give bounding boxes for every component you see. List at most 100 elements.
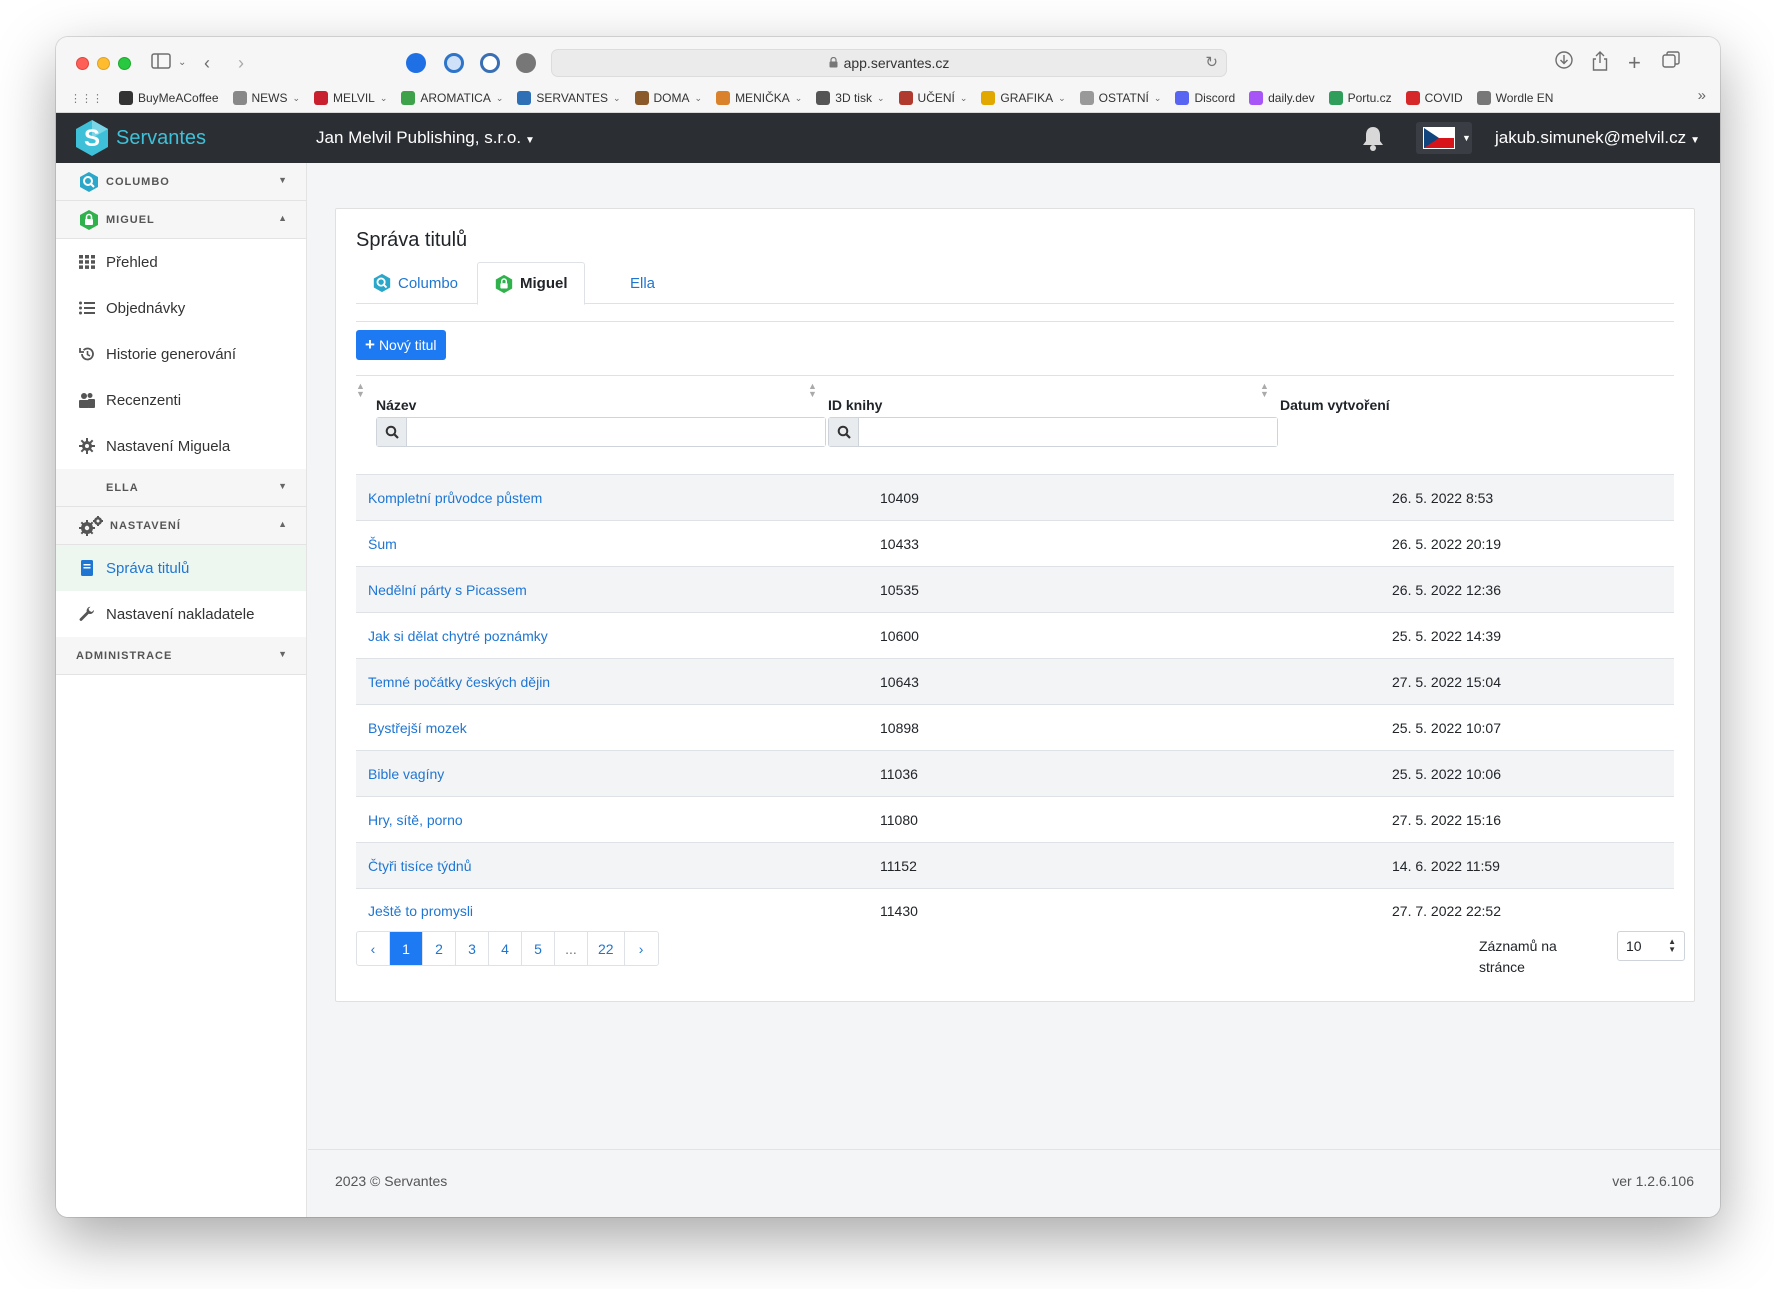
bookmark-item[interactable]: UČENÍ ⌄ <box>898 91 968 105</box>
tab-miguel[interactable]: Miguel <box>477 262 585 305</box>
bookmark-favicon-icon <box>401 91 416 105</box>
copyright: 2023 © Servantes <box>335 1173 448 1189</box>
extension-password-icon[interactable] <box>480 53 500 73</box>
bookmark-item[interactable]: Wordle EN <box>1476 91 1553 105</box>
new-title-button[interactable]: + Nový titul <box>356 330 446 360</box>
extension-hand-icon[interactable] <box>406 53 426 73</box>
company-name: Jan Melvil Publishing, s.r.o. <box>316 128 522 147</box>
prev-page-button[interactable]: ‹ <box>357 932 390 965</box>
page-button[interactable]: 3 <box>456 932 489 965</box>
bookmark-label: 3D tisk <box>835 91 872 105</box>
bookmark-item[interactable]: SERVANTES ⌄ <box>517 91 621 105</box>
sidebar-section-columbo[interactable]: COLUMBO ▼ <box>56 163 306 201</box>
new-tab-icon[interactable]: + <box>1628 51 1641 75</box>
sidebar-item-nastaveni-nakladatele[interactable]: Nastavení nakladatele <box>56 591 306 637</box>
titles-card: Správa titulů Columbo Miguel Ella + Nový… <box>335 208 1695 1002</box>
page-button[interactable]: 5 <box>522 932 555 965</box>
share-icon[interactable] <box>1592 51 1608 75</box>
sort-icon[interactable]: ▲ ▼ <box>1260 382 1269 399</box>
caret-down-icon: ▼ <box>278 481 288 491</box>
bookmark-item[interactable]: NEWS ⌄ <box>232 91 300 105</box>
bookmark-item[interactable]: COVID <box>1405 91 1463 105</box>
bookmark-label: Discord <box>1194 91 1236 105</box>
table-row: Bible vagíny 11036 25. 5. 2022 10:06 <box>356 750 1674 796</box>
bookmark-item[interactable]: Discord <box>1175 91 1235 105</box>
title-link[interactable]: Bystřejší mozek <box>368 720 467 736</box>
chevron-down-icon: ⌄ <box>876 92 885 103</box>
bookmark-item[interactable]: OSTATNÍ ⌄ <box>1079 91 1161 105</box>
title-link[interactable]: Šum <box>368 536 397 552</box>
gear-icon <box>78 437 96 455</box>
page-button[interactable]: 1 <box>390 932 423 965</box>
chevron-down-icon: ⌄ <box>959 92 968 103</box>
bookmark-favicon-icon <box>1476 91 1491 105</box>
tab-columbo[interactable]: Columbo <box>356 262 474 304</box>
bookmark-item[interactable]: 3D tisk ⌄ <box>816 91 885 105</box>
bookmark-favicon-icon <box>119 91 133 105</box>
downloads-icon[interactable] <box>1555 51 1573 75</box>
title-link[interactable]: Čtyři tisíce týdnů <box>368 858 471 874</box>
more-bookmarks-icon[interactable]: » <box>1698 87 1706 104</box>
forward-icon[interactable]: › <box>238 51 244 75</box>
minimize-window-button[interactable] <box>97 57 110 70</box>
sidebar-item-prehled[interactable]: Přehled <box>56 239 306 285</box>
sidebar-item-recenzenti[interactable]: Recenzenti <box>56 377 306 423</box>
title-link[interactable]: Jak si dělat chytré poznámky <box>368 628 548 644</box>
extension-eye-icon[interactable] <box>444 53 464 73</box>
next-page-button[interactable]: › <box>625 932 658 965</box>
sort-icon[interactable]: ▲ ▼ <box>356 382 365 399</box>
apps-grid-icon[interactable]: ⋮⋮⋮ <box>70 92 103 105</box>
bookmark-item[interactable]: GRAFIKA ⌄ <box>981 91 1066 105</box>
title-link[interactable]: Hry, sítě, porno <box>368 812 463 828</box>
bookmark-item[interactable]: DOMA ⌄ <box>634 91 702 105</box>
column-header-id[interactable]: ▲ ▼ ID knihy <box>808 380 1278 447</box>
sidebar-item-objednavky[interactable]: Objednávky <box>56 285 306 331</box>
name-filter-input[interactable] <box>407 418 825 446</box>
title-link[interactable]: Nedělní párty s Picassem <box>368 582 527 598</box>
bookmark-item[interactable]: Portu.cz <box>1328 91 1392 105</box>
bookmark-item[interactable]: MELVIL ⌄ <box>314 91 387 105</box>
bookmark-item[interactable]: AROMATICA ⌄ <box>401 91 503 105</box>
user-dropdown[interactable]: jakub.simunek@melvil.cz ▼ <box>1495 128 1700 148</box>
language-dropdown[interactable]: ▼ <box>1416 122 1472 154</box>
bookmark-item[interactable]: daily.dev <box>1249 91 1315 105</box>
zoom-window-button[interactable] <box>118 57 131 70</box>
bookmark-item[interactable]: BuyMeACoffee <box>119 91 219 105</box>
sidebar-section-nastaveni[interactable]: NASTAVENÍ ▲ <box>56 507 306 545</box>
title-link[interactable]: Kompletní průvodce půstem <box>368 490 542 506</box>
chevron-down-icon[interactable]: ⌄ <box>178 51 186 75</box>
sidebar-item-historie[interactable]: Historie generování <box>56 331 306 377</box>
per-page-select[interactable]: 10 ▲ ▼ <box>1617 931 1685 961</box>
sidebar-item-nastaveni-miguela[interactable]: Nastavení Miguela <box>56 423 306 469</box>
product-tabs: Columbo Miguel Ella <box>356 262 1674 305</box>
bell-icon[interactable] <box>1361 125 1385 151</box>
bookmark-item[interactable]: MENIČKA ⌄ <box>716 91 802 105</box>
reload-icon[interactable]: ↻ <box>1205 53 1218 71</box>
title-link[interactable]: Ještě to promysli <box>368 903 473 919</box>
address-bar[interactable]: app.servantes.cz ↻ <box>551 49 1227 77</box>
sidebar-section-ella[interactable]: ELLA ▼ <box>56 469 306 507</box>
tab-ella[interactable]: Ella <box>614 262 671 304</box>
divider <box>356 321 1674 322</box>
title-link[interactable]: Bible vagíny <box>368 766 444 782</box>
sidebar-section-administrace[interactable]: ADMINISTRACE ▼ <box>56 637 306 675</box>
sidebar-section-miguel[interactable]: MIGUEL ▲ <box>56 201 306 239</box>
brand-logo[interactable]: S Servantes <box>72 120 206 156</box>
created-date-cell: 26. 5. 2022 8:53 <box>1392 489 1494 506</box>
page-button[interactable]: 4 <box>489 932 522 965</box>
company-dropdown[interactable]: Jan Melvil Publishing, s.r.o. ▼ <box>316 128 535 148</box>
id-filter-input[interactable] <box>859 418 1277 446</box>
column-header-name[interactable]: ▲ ▼ Název <box>356 380 826 447</box>
close-window-button[interactable] <box>76 57 89 70</box>
page-button[interactable]: 22 <box>588 932 625 965</box>
title-link[interactable]: Temné počátky českých dějin <box>368 674 550 690</box>
sort-icon[interactable]: ▲ ▼ <box>808 382 817 399</box>
extension-m-icon[interactable] <box>516 53 536 73</box>
book-id-cell: 11080 <box>880 811 918 828</box>
page-button[interactable]: 2 <box>423 932 456 965</box>
back-icon[interactable]: ‹ <box>204 51 210 75</box>
column-header-date[interactable]: ▲ ▼ Datum vytvoření <box>1260 380 1530 414</box>
sidebar-toggle-icon[interactable] <box>151 51 171 75</box>
tab-overview-icon[interactable] <box>1662 51 1680 75</box>
sidebar-item-sprava-titulu[interactable]: Správa titulů <box>56 545 306 591</box>
